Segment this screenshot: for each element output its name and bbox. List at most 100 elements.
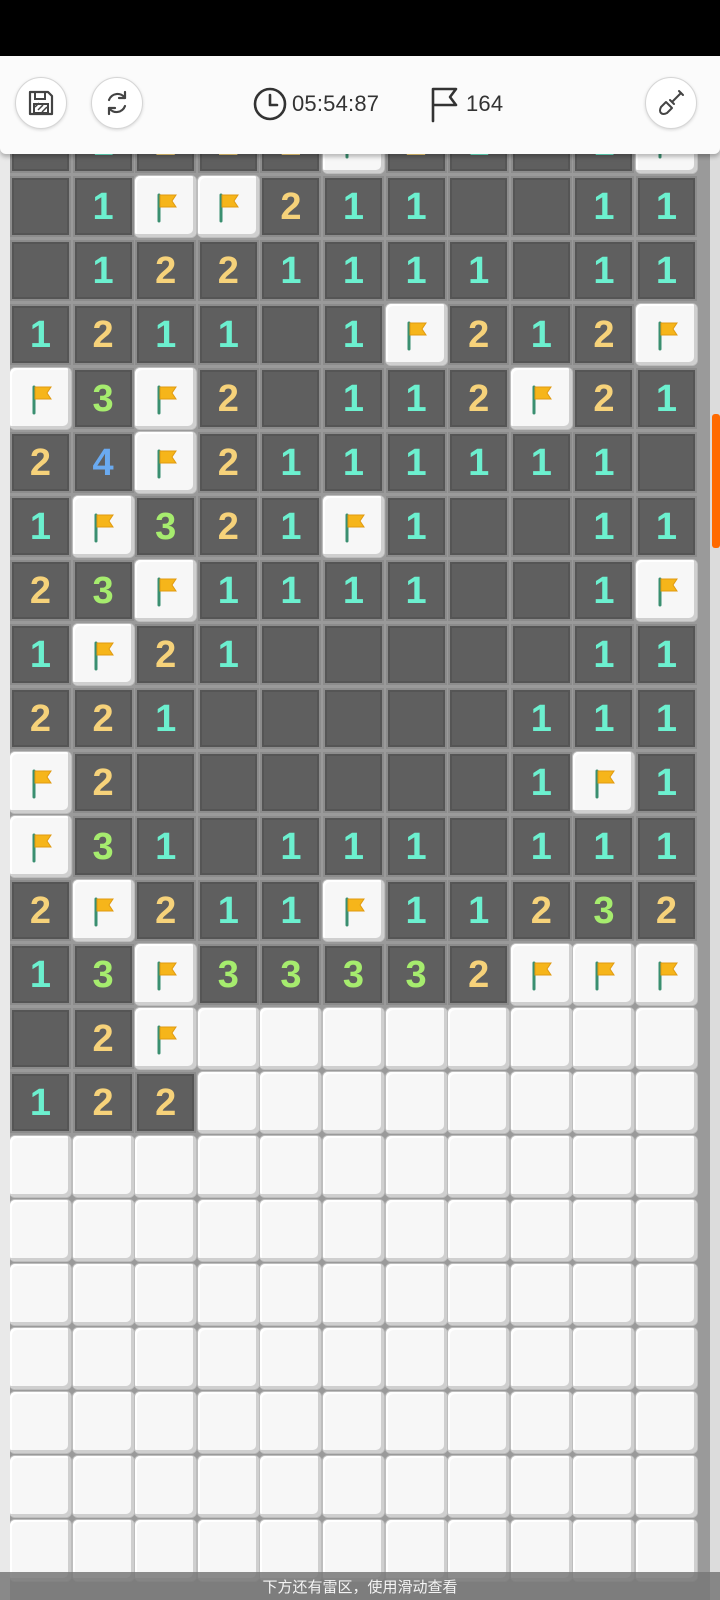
cell-number[interactable]: 1: [385, 176, 447, 237]
cell-number[interactable]: 3: [72, 944, 134, 1005]
cell-number[interactable]: 3: [385, 944, 447, 1005]
cell-unopened[interactable]: [448, 1456, 510, 1517]
save-button[interactable]: [15, 77, 67, 129]
cell-open[interactable]: [197, 816, 259, 877]
cell-open[interactable]: [323, 752, 384, 813]
cell-unopened[interactable]: [448, 1392, 510, 1453]
cell-flagged[interactable]: [385, 304, 447, 365]
cell-number[interactable]: 1: [636, 816, 697, 877]
cell-number[interactable]: 2: [197, 496, 259, 557]
cell-number[interactable]: 3: [260, 944, 322, 1005]
cell-unopened[interactable]: [323, 1264, 384, 1325]
cell-number[interactable]: 3: [72, 368, 134, 429]
cell-unopened[interactable]: [10, 1200, 71, 1261]
cell-unopened[interactable]: [636, 1072, 697, 1133]
cell-unopened[interactable]: [323, 1328, 384, 1389]
cell-number[interactable]: 4: [72, 432, 134, 493]
cell-open[interactable]: [510, 560, 572, 621]
cell-unopened[interactable]: [135, 1328, 197, 1389]
cell-open[interactable]: [385, 752, 447, 813]
cell-flagged[interactable]: [135, 1008, 197, 1069]
cell-flagged[interactable]: [636, 944, 697, 1005]
cell-flagged[interactable]: [135, 944, 197, 1005]
cell-flagged[interactable]: [135, 368, 197, 429]
cell-number[interactable]: 1: [573, 688, 635, 749]
cell-number[interactable]: 1: [260, 880, 322, 941]
cell-open[interactable]: [323, 624, 384, 685]
cell-unopened[interactable]: [197, 1328, 259, 1389]
cell-unopened[interactable]: [636, 1136, 697, 1197]
cell-number[interactable]: 1: [636, 240, 697, 301]
cell-number[interactable]: 2: [135, 624, 197, 685]
cell-open[interactable]: [385, 624, 447, 685]
cell-number[interactable]: 1: [573, 496, 635, 557]
cell-flagged[interactable]: [636, 560, 697, 621]
cell-number[interactable]: 1: [260, 496, 322, 557]
cell-number[interactable]: 1: [385, 816, 447, 877]
cell-number[interactable]: 1: [573, 432, 635, 493]
cell-number[interactable]: 1: [573, 624, 635, 685]
cell-number[interactable]: 1: [197, 880, 259, 941]
minefield[interactable]: 1222211121111122111111121112123211221242…: [10, 148, 710, 1600]
cell-open[interactable]: [260, 624, 322, 685]
cell-unopened[interactable]: [636, 1200, 697, 1261]
cell-unopened[interactable]: [573, 1264, 635, 1325]
cell-unopened[interactable]: [636, 1392, 697, 1453]
cell-number[interactable]: 2: [10, 880, 71, 941]
cell-unopened[interactable]: [510, 1328, 572, 1389]
cell-unopened[interactable]: [385, 1072, 447, 1133]
cell-flagged[interactable]: [135, 432, 197, 493]
cell-open[interactable]: [448, 752, 510, 813]
cell-open[interactable]: [448, 816, 510, 877]
cell-open[interactable]: [260, 304, 322, 365]
scroll-track[interactable]: [710, 150, 720, 1600]
cell-unopened[interactable]: [385, 1456, 447, 1517]
cell-unopened[interactable]: [448, 1008, 510, 1069]
cell-flagged[interactable]: [72, 624, 134, 685]
cell-unopened[interactable]: [10, 1328, 71, 1389]
cell-unopened[interactable]: [573, 1456, 635, 1517]
cell-number[interactable]: 1: [72, 240, 134, 301]
cell-unopened[interactable]: [573, 1392, 635, 1453]
cell-open[interactable]: [260, 752, 322, 813]
cell-unopened[interactable]: [510, 1200, 572, 1261]
cell-flagged[interactable]: [72, 880, 134, 941]
cell-unopened[interactable]: [197, 1392, 259, 1453]
cell-number[interactable]: 3: [573, 880, 635, 941]
cell-unopened[interactable]: [10, 1136, 71, 1197]
cell-unopened[interactable]: [260, 1072, 322, 1133]
cell-open[interactable]: [323, 688, 384, 749]
cell-open[interactable]: [448, 176, 510, 237]
cell-number[interactable]: 1: [260, 240, 322, 301]
cell-number[interactable]: 1: [385, 880, 447, 941]
cell-flagged[interactable]: [636, 304, 697, 365]
cell-number[interactable]: 1: [636, 624, 697, 685]
cell-number[interactable]: 1: [448, 880, 510, 941]
cell-number[interactable]: 2: [72, 688, 134, 749]
cell-unopened[interactable]: [260, 1264, 322, 1325]
cell-number[interactable]: 3: [135, 496, 197, 557]
cell-flagged[interactable]: [135, 176, 197, 237]
cell-flagged[interactable]: [10, 368, 71, 429]
cell-unopened[interactable]: [385, 1008, 447, 1069]
cell-number[interactable]: 1: [636, 688, 697, 749]
dig-mode-button[interactable]: [645, 77, 697, 129]
cell-number[interactable]: 1: [197, 560, 259, 621]
cell-number[interactable]: 1: [323, 816, 384, 877]
cell-flagged[interactable]: [10, 816, 71, 877]
cell-unopened[interactable]: [385, 1200, 447, 1261]
cell-unopened[interactable]: [448, 1328, 510, 1389]
cell-open[interactable]: [260, 688, 322, 749]
cell-unopened[interactable]: [573, 1200, 635, 1261]
cell-number[interactable]: 2: [135, 1072, 197, 1133]
cell-unopened[interactable]: [573, 1008, 635, 1069]
cell-number[interactable]: 1: [448, 432, 510, 493]
cell-open[interactable]: [448, 688, 510, 749]
cell-open[interactable]: [10, 1008, 71, 1069]
cell-open[interactable]: [448, 560, 510, 621]
cell-unopened[interactable]: [385, 1136, 447, 1197]
cell-unopened[interactable]: [10, 1456, 71, 1517]
cell-number[interactable]: 2: [197, 432, 259, 493]
cell-number[interactable]: 2: [72, 1072, 134, 1133]
cell-number[interactable]: 2: [135, 240, 197, 301]
